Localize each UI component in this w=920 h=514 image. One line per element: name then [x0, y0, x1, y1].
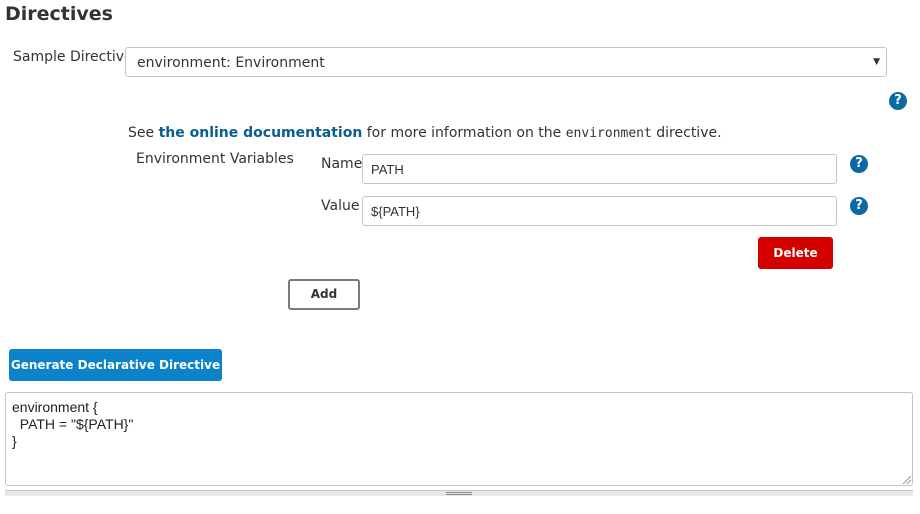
generated-directive-code: environment { PATH = "${PATH}" } [12, 399, 134, 449]
value-label: Value [321, 198, 360, 214]
textarea-resize-handle[interactable] [5, 490, 913, 496]
doc-prefix: See [128, 125, 159, 141]
doc-middle: for more information on the [362, 125, 566, 141]
help-icon-directive[interactable]: ? [889, 92, 907, 110]
value-input[interactable]: ${PATH} [362, 196, 837, 226]
add-button[interactable]: Add [288, 279, 360, 310]
page-title: Directives [5, 3, 113, 25]
chevron-down-icon: ▼ [873, 57, 880, 67]
doc-code-environment: environment [565, 126, 652, 141]
name-label: Name [321, 156, 363, 172]
sample-directive-select[interactable]: environment: Environment ▼ [125, 47, 887, 77]
delete-button[interactable]: Delete [758, 237, 833, 269]
environment-variables-label: Environment Variables [136, 151, 294, 167]
documentation-line: See the online documentation for more in… [128, 125, 722, 141]
sample-directive-label: Sample Directive [13, 49, 133, 65]
help-icon-value[interactable]: ? [850, 197, 868, 215]
help-icon-name[interactable]: ? [850, 155, 868, 173]
online-documentation-link[interactable]: the online documentation [159, 125, 363, 141]
grip-icon [446, 492, 472, 495]
doc-suffix: directive. [651, 125, 722, 141]
name-input[interactable]: PATH [362, 154, 837, 184]
sample-directive-selected-value: environment: Environment [137, 55, 325, 71]
value-input-value: ${PATH} [371, 204, 420, 219]
resize-corner-icon[interactable] [903, 476, 911, 484]
name-input-value: PATH [371, 162, 404, 177]
generated-directive-textarea[interactable]: environment { PATH = "${PATH}" } [5, 392, 913, 486]
generate-declarative-directive-button[interactable]: Generate Declarative Directive [9, 349, 222, 381]
